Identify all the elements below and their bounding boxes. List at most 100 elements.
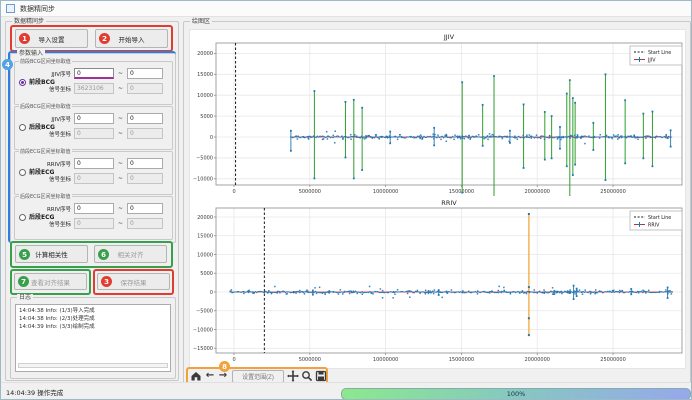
- svg-text:10000: 10000: [197, 252, 213, 258]
- param-input-from[interactable]: [74, 128, 114, 139]
- view-align-result-label: 查看对齐结果: [31, 277, 70, 287]
- svg-text:Start Line: Start Line: [648, 215, 671, 221]
- import-settings-button[interactable]: 导入设置: [15, 29, 88, 48]
- back-icon[interactable]: ←: [204, 370, 216, 382]
- figure-canvas[interactable]: 0500000010000000150000002000000025000000…: [189, 29, 686, 369]
- param-row-label: 信号坐标: [35, 175, 71, 183]
- app-window: 数据精同步 数据精同步 导入设置 开始导入 1 2 参数输入 前段BCG区间坐标…: [0, 0, 692, 400]
- svg-text:20000000: 20000000: [525, 189, 550, 195]
- range-tilde: ~: [118, 70, 123, 77]
- status-message: 14:04:39 操作完成: [6, 387, 63, 397]
- set-range-label: 设置范围(Z): [242, 372, 274, 381]
- param-input-from[interactable]: [74, 68, 114, 79]
- param-row-label: 信号坐标: [35, 85, 71, 93]
- log-group-title: 日志: [17, 294, 33, 302]
- svg-text:Start Line: Start Line: [648, 50, 671, 56]
- log-horizontal-scrollbar[interactable]: [18, 363, 168, 368]
- param-row-label: JJIV序号: [35, 115, 71, 123]
- param-input-from[interactable]: [74, 158, 114, 169]
- param-subgroup: 前段ECG区间坐标取值前段ECGRRIV序号~信号坐标~: [14, 151, 173, 195]
- plot-panel-group: 绘图区 050000001000000015000000200000002500…: [183, 21, 691, 389]
- param-input-to[interactable]: [127, 218, 163, 229]
- left-panel-title: 数据精同步: [12, 18, 46, 26]
- range-tilde: ~: [118, 160, 123, 167]
- segment-radio[interactable]: [19, 124, 26, 131]
- param-input-from[interactable]: [74, 203, 114, 214]
- compute-correlation-label: 计算相关性: [35, 249, 68, 259]
- import-settings-label: 导入设置: [39, 34, 65, 44]
- param-row-label: 信号坐标: [35, 220, 71, 228]
- svg-text:15000: 15000: [197, 72, 213, 78]
- param-input-from[interactable]: [74, 173, 114, 184]
- segment-radio[interactable]: [19, 79, 26, 86]
- view-align-result-button[interactable]: 查看对齐结果: [14, 273, 87, 290]
- param-row-label: RRIV序号: [35, 160, 71, 168]
- svg-text:RRIV: RRIV: [441, 199, 457, 207]
- param-input-to[interactable]: [127, 203, 163, 214]
- pan-icon[interactable]: [287, 370, 299, 382]
- title-bar: 数据精同步: [1, 1, 692, 17]
- window-title: 数据精同步: [20, 4, 55, 14]
- param-row-label: RRIV序号: [35, 205, 71, 213]
- save-result-label: 保存结果: [121, 277, 147, 287]
- zoom-icon[interactable]: [301, 370, 313, 382]
- start-import-button[interactable]: 开始导入: [95, 29, 168, 48]
- svg-text:20000: 20000: [197, 51, 213, 57]
- svg-text:−15000: −15000: [193, 346, 213, 352]
- range-tilde: ~: [118, 220, 123, 227]
- svg-text:25000000: 25000000: [600, 189, 625, 195]
- log-line: 14:04:38 Info: (2/3)处理完成: [16, 315, 170, 323]
- svg-text:0: 0: [210, 135, 213, 141]
- param-subgroup: 后段ECG区间坐标取值后段ECGRRIV序号~信号坐标~: [14, 196, 173, 240]
- param-input-to[interactable]: [127, 68, 163, 79]
- forward-icon[interactable]: →: [217, 370, 229, 382]
- home-icon[interactable]: [190, 370, 202, 382]
- window-icon: [6, 4, 15, 13]
- correlation-align-button[interactable]: 相关对齐: [94, 245, 167, 263]
- svg-text:10000000: 10000000: [373, 357, 398, 363]
- svg-text:15000: 15000: [197, 234, 213, 240]
- params-group: 参数输入 前段BCG区间坐标取值前段BCGJJIV序号~信号坐标~后段BCG区间…: [10, 53, 176, 243]
- param-input-to[interactable]: [127, 83, 163, 94]
- svg-text:−10000: −10000: [193, 327, 213, 333]
- segment-radio[interactable]: [19, 169, 26, 176]
- rriv-chart: 0500000010000000150000002000000025000000…: [190, 196, 687, 370]
- param-subgroup-title: 前段ECG区间坐标取值: [19, 149, 72, 155]
- param-input-from[interactable]: [74, 113, 114, 124]
- param-input-to[interactable]: [127, 128, 163, 139]
- param-subgroup-title: 后段BCG区间坐标取值: [19, 104, 72, 110]
- log-list[interactable]: 14:04:38 Info: (1/3)导入完成 14:04:38 Info: …: [15, 304, 171, 372]
- svg-text:0: 0: [232, 189, 235, 195]
- svg-text:10000: 10000: [197, 93, 213, 99]
- segment-radio[interactable]: [19, 214, 26, 221]
- svg-text:−10000: −10000: [193, 177, 213, 183]
- log-line: 14:04:39 Info: (3/3)绘制完成: [16, 323, 170, 331]
- jjiv-chart: 0500000010000000150000002000000025000000…: [190, 30, 687, 196]
- svg-text:0: 0: [210, 290, 213, 296]
- save-result-button[interactable]: 保存结果: [97, 273, 170, 290]
- param-input-from[interactable]: [74, 83, 114, 94]
- param-input-to[interactable]: [127, 173, 163, 184]
- progress-bar: 100%: [341, 388, 691, 400]
- svg-text:5000: 5000: [200, 114, 213, 120]
- log-group: 日志 14:04:38 Info: (1/3)导入完成 14:04:38 Inf…: [10, 297, 176, 379]
- svg-text:−5000: −5000: [196, 309, 213, 315]
- param-input-to[interactable]: [127, 158, 163, 169]
- status-bar: 14:04:39 操作完成 100%: [1, 382, 692, 400]
- svg-text:−5000: −5000: [196, 156, 213, 162]
- start-import-label: 开始导入: [119, 34, 145, 44]
- range-tilde: ~: [118, 85, 123, 92]
- param-subgroup-title: 前段BCG区间坐标取值: [19, 59, 72, 65]
- param-subgroup-title: 后段ECG区间坐标取值: [19, 194, 72, 200]
- compute-correlation-button[interactable]: 计算相关性: [15, 245, 88, 263]
- correlation-align-label: 相关对齐: [118, 249, 144, 259]
- svg-text:RRIV: RRIV: [648, 223, 660, 229]
- svg-text:5000: 5000: [200, 271, 213, 277]
- param-input-to[interactable]: [127, 113, 163, 124]
- svg-text:10000000: 10000000: [373, 189, 398, 195]
- param-input-from[interactable]: [74, 218, 114, 229]
- log-line: 14:04:38 Info: (1/3)导入完成: [16, 305, 170, 315]
- range-tilde: ~: [118, 115, 123, 122]
- svg-text:15000000: 15000000: [449, 357, 474, 363]
- save-icon[interactable]: [315, 370, 327, 382]
